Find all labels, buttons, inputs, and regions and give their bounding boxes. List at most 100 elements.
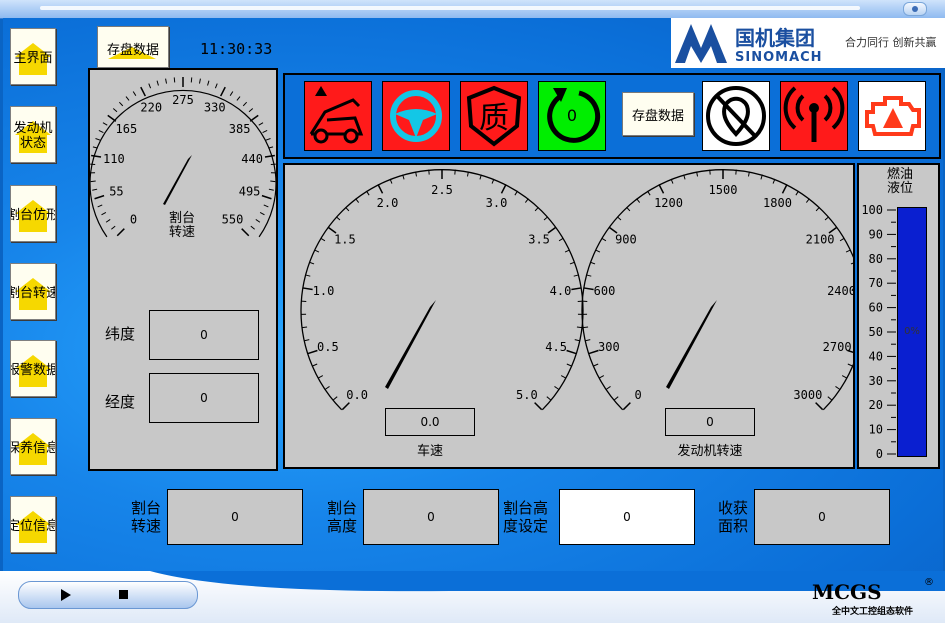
vehicle-speed-gauge-tick-label: 3.0 (486, 196, 508, 210)
window-close-button[interactable] (903, 2, 927, 16)
engine-rpm-gauge-tick (827, 396, 832, 401)
signal-indicator (780, 81, 848, 151)
engine-rpm-gauge-tick-label: 3000 (793, 388, 822, 402)
nav-engine-status-button[interactable]: 发动机 状态 (10, 106, 56, 163)
company-logo-block: 国机集团 SINOMACH 合力同行 创新共赢 (671, 18, 945, 68)
company-name-en: SINOMACH (735, 50, 823, 65)
svg-text:质: 质 (479, 101, 509, 136)
engine-rpm-gauge-tick-label: 0 (635, 388, 642, 402)
engine-rpm-gauge-tick-label: 1200 (654, 196, 683, 210)
nav-positioning-button[interactable]: 定位信息 (10, 496, 56, 553)
window-title-bar (0, 0, 945, 19)
nav-header-speed-button[interactable]: 割台转速 (10, 263, 56, 320)
engine-rpm-value: 0 (665, 408, 755, 436)
vehicle-speed-gauge-tick (576, 326, 582, 329)
header-speed-gauge-tick-label: 495 (239, 185, 261, 199)
mcgs-subtitle: 全中文工控组态软件 (832, 607, 914, 617)
engine-rpm-gauge-tick (588, 349, 599, 355)
header-speed-gauge-tick-label: 385 (229, 122, 251, 136)
header-speed-gauge-tick (112, 108, 118, 113)
header-speed-gauge-tick (198, 78, 201, 84)
tilt-warning-indicator (304, 81, 372, 151)
header-speed-gauge-tick (262, 129, 268, 133)
vehicle-speed-gauge-tick-label: 2.0 (377, 196, 399, 210)
vehicle-speed-gauge-tick (318, 375, 324, 379)
header-speed-gauge-tick-label: 440 (241, 152, 263, 166)
vehicle-speed-gauge-tick (377, 184, 384, 194)
engine-rpm-gauge-tick (847, 363, 853, 367)
save-data-button-top[interactable]: 存盘数据 (97, 26, 169, 68)
vehicle-speed-gauge-tick (305, 274, 311, 277)
vehicle-speed-gauge-tick (573, 274, 579, 277)
vehicle-speed-gauge-tick (566, 363, 572, 367)
fuel-level-bar-track: 0% (897, 207, 927, 457)
header-speed-gauge-tick-label: 110 (103, 152, 125, 166)
longitude-value: 0 (149, 373, 259, 423)
engine-warning-icon (865, 96, 921, 136)
engine-rpm-gauge-tick-label: 1500 (709, 183, 738, 197)
vehicle-speed-gauge-tick (566, 349, 577, 355)
engine-rpm-gauge-tick-label: 600 (594, 284, 616, 298)
header-speed-gauge-tick (102, 122, 108, 126)
steering-wheel-icon (390, 90, 442, 142)
nav-alarm-data-button[interactable]: 报警数据 (10, 340, 56, 397)
engine-rpm-gauge-tick (626, 206, 631, 212)
vehicle-speed-gauge-tick (307, 349, 318, 355)
clock-time: 11:30:33 (200, 40, 273, 58)
fuel-scale-label: 100 (861, 203, 883, 217)
fuel-scale-label: 80 (869, 252, 883, 266)
header-height-setpoint-input[interactable]: 0 (559, 489, 695, 545)
nav-header-profile-button[interactable]: 割台仿形 (10, 185, 56, 242)
header-speed-gauge-label: 割台 转速 (168, 211, 195, 240)
engine-rpm-gauge-tick (606, 386, 611, 390)
nav-engine-status-label: 发动机 状态 (13, 121, 53, 151)
vehicle-speed-gauge-tick-label: 2.5 (431, 183, 453, 197)
header-speed-gauge-tick (107, 114, 117, 122)
nav-home-button[interactable]: 主界面 (10, 28, 56, 85)
engine-rpm-gauge-tick (815, 206, 820, 212)
fuel-scale-label: 60 (869, 301, 883, 315)
header-speed-gauge-tick-label: 275 (172, 93, 194, 107)
header-speed-gauge-tick (156, 80, 159, 86)
fuel-scale-label: 30 (869, 374, 883, 388)
header-speed-gauge-tick (97, 204, 103, 208)
engine-rpm-gauge-tick (636, 198, 641, 203)
header-speed-gauge-tick (259, 211, 265, 216)
engine-rpm-gauge-tick (595, 249, 601, 253)
vehicle-speed-gauge-tick (534, 206, 539, 212)
engine-rpm-needle (666, 300, 717, 389)
fuel-scale-label: 10 (869, 423, 883, 437)
engine-rpm-gauge-tick (590, 261, 596, 265)
engine-rpm-label: 发动机转速 (677, 444, 743, 459)
header-speed-gauge-tick-label: 0 (130, 212, 137, 226)
playback-control (18, 581, 198, 609)
vehicle-speed-gauge-tick (571, 287, 582, 291)
vehicle-speed-needle (385, 300, 436, 389)
header-speed-gauge-tick-label: 550 (222, 212, 244, 226)
engine-rpm-gauge-tick-label: 300 (598, 340, 620, 354)
header-speed-gauge-tick (105, 219, 111, 223)
bottom-header-setpoint-label: 割台高 度设定 (503, 499, 549, 535)
reset-indicator[interactable]: 0 (538, 81, 606, 151)
vehicle-speed-gauge-tick (546, 396, 551, 401)
header-speed-gauge-tick (98, 129, 104, 133)
nav-maintenance-button[interactable]: 保养信息 (10, 418, 56, 475)
header-speed-gauge-tick (91, 154, 102, 158)
save-data-bar-label: 存盘数据 (631, 109, 684, 124)
nav-header-profile-label: 割台仿形 (11, 208, 55, 223)
header-speed-gauge-tick (132, 91, 137, 96)
engine-rpm-gauge-tick-label: 900 (615, 232, 637, 246)
vehicle-speed-gauge-tick (514, 190, 518, 196)
engine-rpm-gauge-tick (658, 184, 665, 194)
engine-rpm-gauge-tick (599, 375, 605, 379)
save-data-button-bar[interactable]: 存盘数据 (622, 92, 694, 136)
main-gauges-svg: 0.0 0.5 1.0 1.5 2.0 2.5 3.0 3.5 4.0 4.5 5.0 0 300 60… (300, 169, 853, 411)
reset-counter-value: 0 (566, 106, 578, 125)
stop-icon[interactable] (119, 590, 128, 599)
bottom-harvest-area-value: 0 (754, 489, 890, 545)
vehicle-speed-gauge-tick (534, 402, 543, 411)
header-speed-gauge-tick (125, 96, 130, 101)
header-speed-gauge-tick-label: 165 (116, 122, 138, 136)
play-icon[interactable] (61, 589, 71, 601)
vehicle-speed-gauge-tick (345, 206, 350, 212)
